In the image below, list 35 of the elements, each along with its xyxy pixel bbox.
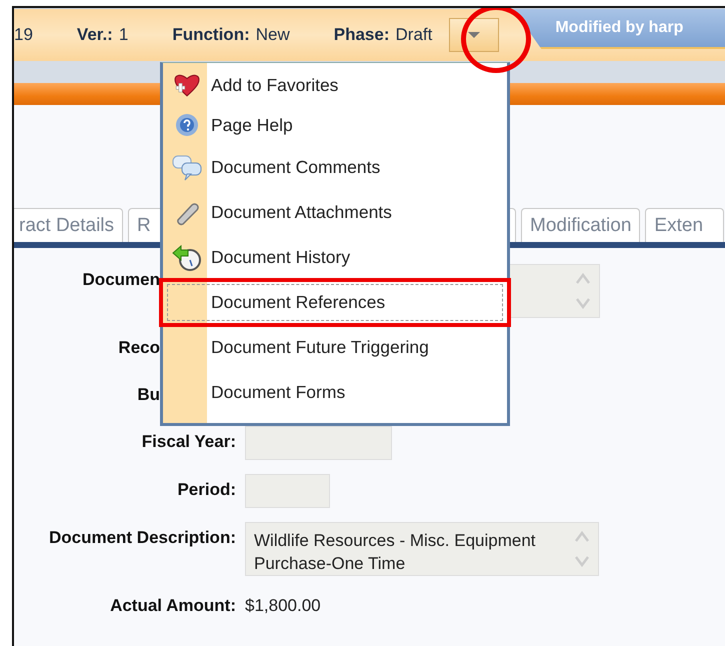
- clock-arrow-icon: [172, 244, 202, 272]
- field-value: $1,800.00: [245, 595, 321, 616]
- help-icon: [175, 113, 199, 137]
- menu-item[interactable]: Document Attachments: [163, 190, 507, 235]
- modified-text: Modified by harp: [555, 19, 684, 37]
- heart-icon: [174, 73, 200, 97]
- annotation-circle: [461, 8, 531, 73]
- caret-icon: [468, 32, 480, 38]
- field-value: 19: [14, 25, 33, 45]
- menu-item[interactable]: Document References: [163, 280, 507, 325]
- field-label: Document Description:: [48, 527, 237, 548]
- menu-item[interactable]: Document History: [163, 235, 507, 280]
- menu-item[interactable]: Page Help: [163, 105, 507, 145]
- menu-item[interactable]: Document Comments: [163, 145, 507, 190]
- field-value: 1: [118, 25, 128, 45]
- field-label: Reco: [117, 337, 160, 358]
- tab[interactable]: Exten: [645, 208, 724, 242]
- field-value: New: [256, 25, 290, 45]
- field-label: Fiscal Year:: [140, 431, 237, 452]
- field-label: Ver.:: [76, 25, 113, 45]
- field-label: Bu: [136, 384, 160, 405]
- tab[interactable]: ract Details: [14, 208, 124, 242]
- menu-item[interactable]: Document Forms: [163, 370, 507, 415]
- field-label: Phase:: [334, 25, 390, 45]
- field-label: Actual Amount:: [109, 595, 237, 616]
- field-label: Period:: [176, 479, 237, 500]
- speech-bubbles-icon: [172, 154, 202, 180]
- field-label: Function:: [172, 25, 250, 45]
- menu-item[interactable]: Document Future Triggering: [163, 325, 507, 370]
- text-area[interactable]: Wildlife Resources - Misc. Equipment Purchase-One Time: [245, 522, 599, 576]
- dropdown-button[interactable]: [449, 18, 500, 52]
- field-value: Draft: [396, 25, 432, 45]
- tab[interactable]: Modification: [521, 208, 640, 242]
- menu-item[interactable]: Add to Favorites: [163, 65, 507, 105]
- field-label: Documen: [82, 269, 160, 290]
